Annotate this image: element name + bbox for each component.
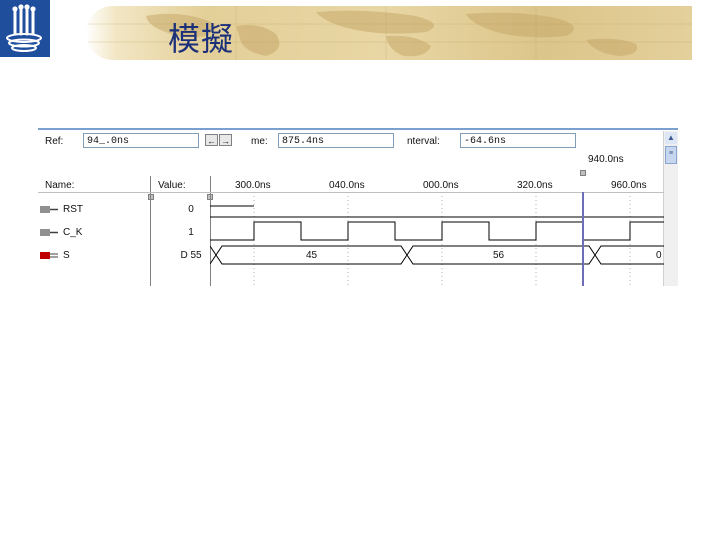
value-column-header: Value: <box>158 180 186 191</box>
university-logo <box>0 0 50 57</box>
signal-value: 0 <box>188 204 194 215</box>
scroll-thumb[interactable]: ≡ <box>665 146 677 164</box>
bus-value-label: 45 <box>306 250 318 261</box>
ref-label: Ref: <box>45 136 64 147</box>
arrow-right-icon: → <box>221 136 230 146</box>
time-tick-label: 000.0ns <box>423 180 459 191</box>
time-tick-label: 040.0ns <box>329 180 365 191</box>
name-column-header: Name: <box>45 180 75 191</box>
signal-name: RST <box>63 204 83 215</box>
ref-time-field[interactable]: 94_.0ns <box>83 133 199 148</box>
prev-transition-button[interactable]: ← <box>205 134 218 146</box>
clk-waveform <box>210 221 664 241</box>
signal-value: 1 <box>188 227 194 238</box>
time-tick-label: 300.0ns <box>235 180 271 191</box>
cursor-time-label: 940.0ns <box>588 154 624 165</box>
time-tick-label: 960.0ns <box>611 180 647 191</box>
input-pin-icon <box>40 229 58 236</box>
vertical-scrollbar[interactable]: ▲ ≡ <box>663 131 678 286</box>
signal-value: D 55 <box>180 250 202 261</box>
time-field[interactable]: 875.4ns <box>278 133 394 148</box>
bus-value-label: 0 <box>656 250 662 261</box>
signal-row-s[interactable]: S D 55 <box>38 246 208 266</box>
signal-row-clk[interactable]: C_K 1 <box>38 223 208 243</box>
signal-name: S <box>63 250 70 261</box>
waveform-viewer: Ref: 94_.0ns ← → me: 875.4ns nterval: -6… <box>38 128 678 286</box>
input-pin-icon <box>40 206 58 213</box>
interval-field[interactable]: -64.6ns <box>460 133 576 148</box>
waveform-area[interactable]: 45 56 0 <box>210 192 664 286</box>
slide-title: 模擬 <box>168 20 235 58</box>
scroll-up-icon[interactable]: ▲ <box>665 132 677 144</box>
signal-row-rst[interactable]: RST 0 <box>38 200 208 220</box>
slide-header: 模擬 <box>0 0 720 62</box>
bus-value-label: 56 <box>493 250 505 261</box>
cursor-handle[interactable] <box>580 170 586 176</box>
time-label: me: <box>251 136 268 147</box>
interval-label: nterval: <box>407 136 440 147</box>
bus-pin-icon <box>40 252 58 259</box>
next-transition-button[interactable]: → <box>219 134 232 146</box>
arrow-left-icon: ← <box>207 136 216 146</box>
time-toolbar: Ref: 94_.0ns ← → me: 875.4ns nterval: -6… <box>38 130 664 152</box>
signal-name: C_K <box>63 227 83 238</box>
time-tick-label: 320.0ns <box>517 180 553 191</box>
s-bus-waveform <box>210 245 664 265</box>
